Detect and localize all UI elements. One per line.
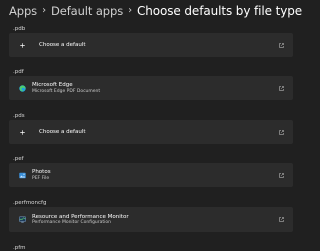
performance-monitor-icon (19, 216, 26, 223)
file-type-label-pds: .pds (13, 113, 25, 119)
file-type-label-perfmoncfg: .perfmoncfg (13, 200, 47, 206)
choose-default-label: Choose a default (39, 41, 86, 48)
file-type-row-pdb[interactable]: Choose a default (9, 33, 293, 57)
breadcrumb: Apps › Default apps › Choose defaults by… (9, 2, 302, 19)
open-external-icon[interactable] (279, 85, 284, 91)
breadcrumb-apps[interactable]: Apps (9, 4, 37, 18)
file-type-label-pef: .pef (13, 156, 24, 162)
file-type-description: PEF File (32, 175, 50, 181)
file-type-description: Microsoft Edge PDF Document (32, 88, 101, 94)
chevron-right-icon: › (128, 5, 132, 16)
file-type-row-perfmoncfg[interactable]: Resource and Performance Monitor Perform… (9, 207, 293, 232)
open-external-icon[interactable] (279, 42, 284, 48)
plus-icon (20, 42, 25, 48)
file-type-label-pfm: .pfm (13, 245, 26, 251)
file-type-description: Performance Monitor Configuration (32, 220, 112, 225)
open-external-icon[interactable] (279, 129, 284, 135)
page-title: Choose defaults by file type (137, 3, 303, 18)
breadcrumb-default-apps[interactable]: Default apps (51, 4, 123, 18)
photos-icon (19, 172, 26, 179)
file-type-label-pdb: .pdb (13, 26, 26, 32)
file-type-row-pdf[interactable]: Microsoft Edge Microsoft Edge PDF Docume… (9, 76, 293, 100)
edge-icon (19, 84, 26, 92)
open-external-icon[interactable] (279, 217, 284, 222)
file-type-row-pds[interactable]: Choose a default (9, 120, 293, 144)
chevron-right-icon: › (42, 5, 46, 16)
file-type-row-pef[interactable]: Photos PEF File (9, 163, 293, 187)
choose-default-label: Choose a default (39, 128, 86, 135)
file-type-label-pdf: .pdf (13, 69, 24, 75)
open-external-icon[interactable] (279, 172, 284, 178)
plus-icon (20, 129, 25, 135)
